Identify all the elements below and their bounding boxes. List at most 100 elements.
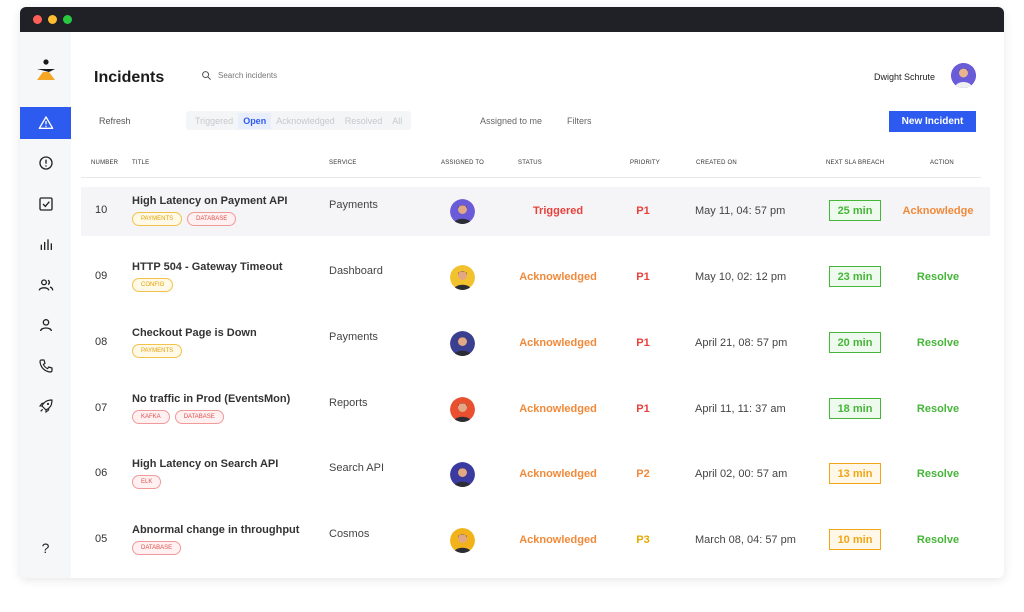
assignee-avatar[interactable]	[450, 462, 475, 487]
status-label: Acknowledged	[519, 534, 597, 546]
tag-badge[interactable]: CONFIG	[132, 278, 174, 292]
priority-label: P1	[636, 403, 650, 415]
priority-label: P3	[636, 534, 650, 546]
filters-button[interactable]: Filters	[567, 116, 592, 126]
priority-label: P2	[636, 468, 650, 480]
tag-badge[interactable]: DATABASE	[174, 410, 224, 424]
status-filter-tabs: Triggered Open Acknowledged Resolved All	[186, 111, 412, 130]
tag-badge[interactable]: ELK	[132, 475, 162, 489]
tab-triggered[interactable]: Triggered	[190, 113, 238, 129]
tag-badge[interactable]: DATABASE	[132, 541, 182, 555]
search-input[interactable]	[218, 71, 338, 80]
new-incident-button[interactable]: New Incident	[889, 111, 976, 132]
status-label: Acknowledged	[519, 403, 597, 415]
help-icon: ?	[41, 540, 50, 556]
assignee-avatar[interactable]	[450, 528, 475, 553]
created-date: May 10, 02: 12 pm	[695, 271, 787, 283]
search-icon	[202, 71, 211, 80]
table-row[interactable]: 10 High Latency on Payment API PAYMENTS DAT…	[81, 187, 990, 236]
incident-title[interactable]: High Latency on Payment API	[132, 195, 287, 207]
column-header-service[interactable]: SERVICE	[329, 160, 357, 166]
column-header-priority[interactable]: PRIORITY	[630, 160, 660, 166]
resolve-button[interactable]: Resolve	[895, 534, 981, 546]
sidebar-item-analytics[interactable]	[20, 228, 71, 260]
app-logo[interactable]	[34, 58, 58, 82]
resolve-button[interactable]: Resolve	[895, 403, 981, 415]
incident-title[interactable]: No traffic in Prod (EventsMon)	[132, 393, 290, 405]
sla-badge: 13 min	[829, 463, 881, 484]
tag-badge[interactable]: KAFKA	[132, 410, 170, 424]
tag-badge[interactable]: PAYMENTS	[132, 212, 183, 226]
sidebar-item-teams[interactable]	[20, 269, 71, 301]
column-header-created[interactable]: CREATED ON	[696, 160, 737, 166]
sidebar-item-deployments[interactable]	[20, 390, 71, 422]
acknowledge-button[interactable]: Acknowledge	[895, 205, 981, 217]
resolve-button[interactable]: Resolve	[895, 337, 981, 349]
sidebar-item-users[interactable]	[20, 309, 71, 341]
assigned-to-me-filter[interactable]: Assigned to me	[480, 116, 542, 126]
table-row[interactable]: 06 High Latency on Search API ELK Search AP…	[81, 450, 990, 499]
bar-chart-icon	[40, 239, 52, 250]
incident-title[interactable]: HTTP 504 - Gateway Timeout	[132, 261, 283, 273]
assignee-avatar[interactable]	[450, 265, 475, 290]
assignee-avatar[interactable]	[450, 397, 475, 422]
status-label: Acknowledged	[519, 468, 597, 480]
window-titlebar	[20, 7, 1004, 32]
priority-label: P1	[636, 271, 650, 283]
sidebar-item-alerts[interactable]	[20, 147, 71, 179]
search-bar[interactable]	[201, 70, 338, 81]
resolve-button[interactable]: Resolve	[895, 271, 981, 283]
assignee-avatar[interactable]	[450, 199, 475, 224]
column-header-status[interactable]: STATUS	[518, 160, 542, 166]
table-row[interactable]: 08 Checkout Page is Down PAYMENTS Payments A…	[81, 319, 990, 368]
incident-number: 10	[95, 204, 108, 216]
minimize-window-button[interactable]	[48, 15, 57, 24]
column-header-assigned[interactable]: ASSIGNED TO	[441, 160, 484, 166]
tag-list: PAYMENTS DATABASE	[132, 212, 237, 226]
incident-number: 09	[95, 270, 108, 282]
check-square-icon	[38, 197, 53, 211]
assignee-avatar[interactable]	[450, 331, 475, 356]
incident-title[interactable]: High Latency on Search API	[132, 458, 278, 470]
help-button[interactable]: ?	[20, 532, 71, 564]
sidebar-item-oncall[interactable]	[20, 350, 71, 382]
column-header-number[interactable]: NUMBER	[91, 160, 118, 166]
tab-resolved[interactable]: Resolved	[340, 113, 388, 129]
status-label: Triggered	[532, 205, 584, 217]
tag-list: CONFIG	[132, 278, 174, 292]
incident-service: Payments	[329, 199, 378, 211]
sla-badge: 20 min	[829, 332, 881, 353]
incident-service: Dashboard	[329, 265, 383, 277]
created-date: April 11, 11: 37 am	[695, 403, 786, 415]
table-row[interactable]: 09 HTTP 504 - Gateway Timeout CONFIG Dashbo…	[81, 253, 990, 302]
sla-badge: 25 min	[829, 200, 881, 221]
created-date: May 11, 04: 57 pm	[695, 205, 786, 217]
tab-open[interactable]: Open	[238, 112, 272, 129]
table-row[interactable]: 05 Abnormal change in throughput DATABASE C…	[81, 516, 990, 565]
user-avatar[interactable]	[951, 63, 976, 88]
column-header-sla[interactable]: NEXT SLA BREACH	[826, 160, 884, 166]
incident-title[interactable]: Abnormal change in throughput	[132, 524, 299, 536]
sidebar-item-incidents[interactable]	[20, 107, 71, 139]
close-window-button[interactable]	[33, 15, 42, 24]
users-icon	[38, 279, 53, 291]
tab-acknowledged[interactable]: Acknowledged	[271, 113, 340, 129]
created-date: March 08, 04: 57 pm	[695, 534, 796, 546]
column-header-action[interactable]: ACTION	[930, 160, 954, 166]
tag-badge[interactable]: DATABASE	[187, 212, 237, 226]
tab-all[interactable]: All	[387, 113, 407, 129]
refresh-button[interactable]: Refresh	[99, 116, 131, 126]
incident-service: Cosmos	[329, 528, 370, 540]
user-name: Dwight Schrute	[874, 72, 936, 82]
alert-circle-icon	[38, 156, 53, 170]
maximize-window-button[interactable]	[63, 15, 72, 24]
incident-number: 08	[95, 336, 108, 348]
resolve-button[interactable]: Resolve	[895, 468, 981, 480]
column-header-title[interactable]: TITLE	[132, 160, 149, 166]
priority-label: P1	[636, 205, 650, 217]
incident-service: Reports	[329, 397, 368, 409]
incident-title[interactable]: Checkout Page is Down	[132, 327, 257, 339]
tag-badge[interactable]: PAYMENTS	[132, 344, 183, 358]
table-row[interactable]: 07 No traffic in Prod (EventsMon) KAFKA DAT…	[81, 385, 990, 434]
sidebar-item-tasks[interactable]	[20, 188, 71, 220]
